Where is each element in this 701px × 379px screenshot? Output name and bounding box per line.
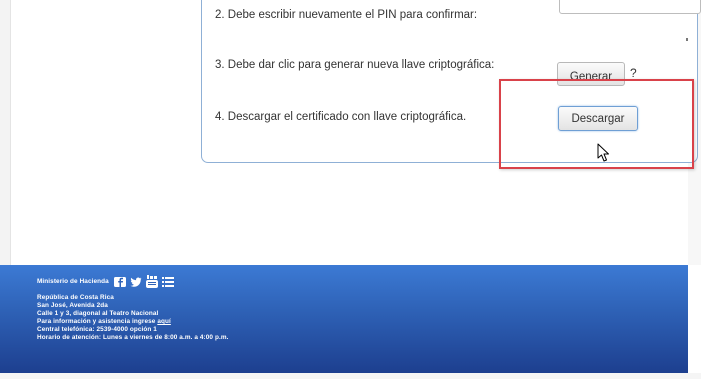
- footer-country: República de Costa Rica: [37, 294, 114, 301]
- footer-phone: Central telefónica: 2539-4000 opción 1: [37, 326, 157, 333]
- menu-list-icon[interactable]: [162, 277, 174, 287]
- bottom-page-margin: [0, 373, 701, 379]
- field-marker: [686, 38, 688, 41]
- footer-info: Para información y asistencia ingrese aq…: [37, 318, 171, 325]
- step-generate-key-label: 3. Debe dar clic para generar nueva llav…: [215, 59, 495, 71]
- help-link[interactable]: ?: [630, 66, 637, 80]
- footer-hours: Horario de atención: Lunes a viernes de …: [37, 334, 229, 341]
- mouse-pointer-icon: [597, 143, 609, 162]
- confirm-pin-input[interactable]: [559, 0, 701, 14]
- twitter-icon[interactable]: [130, 277, 142, 287]
- footer-info-text: Para información y asistencia ingrese: [37, 318, 158, 325]
- footer-address: Calle 1 y 3, diagonal al Teatro Nacional: [37, 310, 159, 317]
- footer-info-link[interactable]: aquí: [157, 318, 171, 325]
- footer-city: San José, Avenida 2da: [37, 302, 108, 309]
- left-page-margin: [0, 0, 11, 265]
- youtube-icon[interactable]: [146, 275, 158, 288]
- step-download-certificate-label: 4. Descargar el certificado con llave cr…: [215, 111, 467, 123]
- facebook-icon[interactable]: [114, 277, 126, 287]
- step-confirm-pin-label: 2. Debe escribir nuevamente el PIN para …: [215, 9, 478, 21]
- footer-ministry: Ministerio de Hacienda: [37, 278, 109, 285]
